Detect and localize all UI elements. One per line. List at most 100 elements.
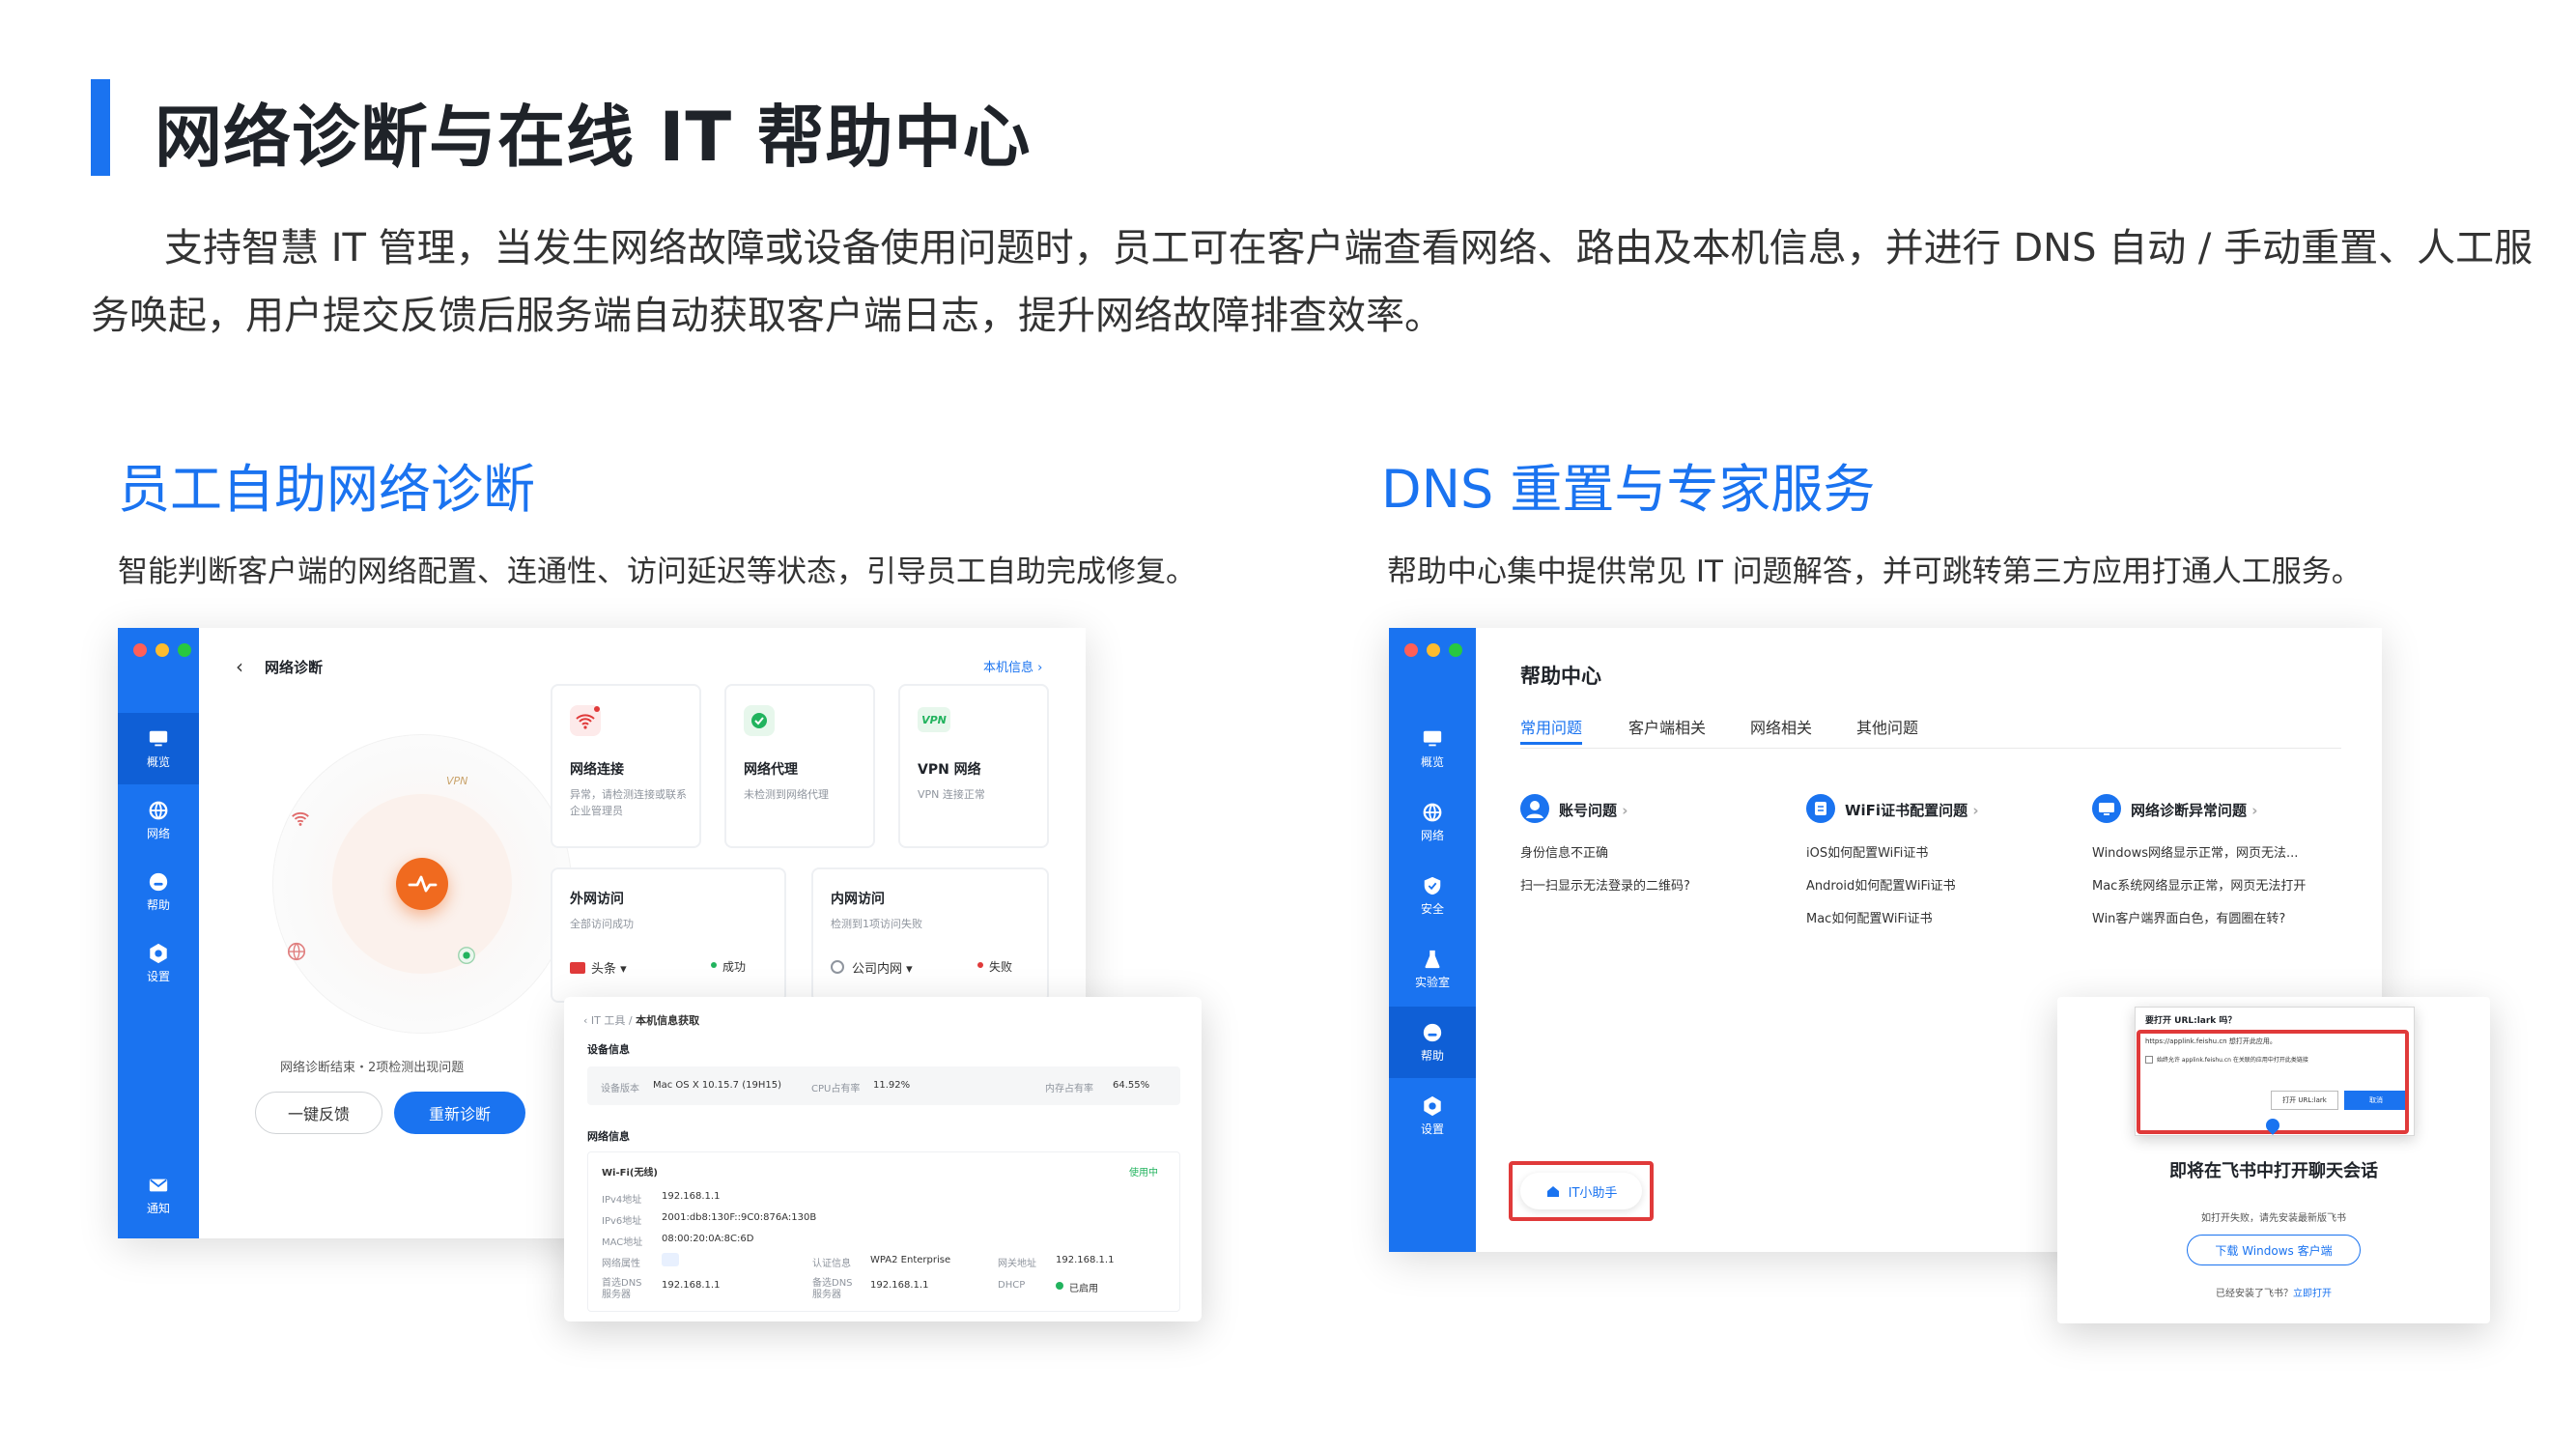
back-chevron-icon[interactable]: ‹ [583,1014,587,1027]
sidebar-item-settings[interactable]: 设置 [1389,1080,1476,1151]
it-assistant-button[interactable]: IT小助手 [1520,1173,1642,1209]
sidebar-item-label: 帮助 [1420,1048,1444,1063]
faq-item[interactable]: iOS如何配置WiFi证书 [1806,842,1928,861]
wifi-label: Wi-Fi(无线) [602,1168,659,1179]
faq-item[interactable]: Mac如何配置WiFi证书 [1806,908,1933,926]
sidebar-item-overview[interactable]: 概览 [1389,713,1476,784]
host-info-link-label: 本机信息 [983,661,1034,675]
sidebar-item-network[interactable]: 网络 [1389,786,1476,858]
sidebar-item-lab[interactable]: 实验室 [1389,933,1476,1005]
back-chevron-icon[interactable]: ‹ [236,655,243,678]
close-dot-icon[interactable] [1404,643,1418,657]
tab-other[interactable]: 其他问题 [1856,715,1918,738]
active-tab-indicator [1520,742,1582,745]
dialog-title: 要打开 URL:lark 吗？ [2145,1016,2237,1026]
tab-network[interactable]: 网络相关 [1750,715,1812,738]
mac-value: 08:00:20:0A:8C:6D [662,1234,754,1244]
wifi-status[interactable]: 使用中 [1129,1164,1158,1179]
feishu-redirect-panel: 要打开 URL:lark 吗？ https://applink.feishu.c… [2057,997,2490,1323]
faq-item[interactable]: Android如何配置WiFi证书 [1806,875,1956,894]
certificate-icon [1806,794,1835,823]
chevron-right-icon: › [2251,802,2258,819]
account-icon [1520,794,1549,823]
wifi-alert-icon [570,705,601,736]
feedback-button[interactable]: 一键反馈 [255,1092,382,1134]
card-desc: 未检测到网络代理 [744,788,829,801]
download-windows-button[interactable]: 下载 Windows 客户端 [2187,1235,2361,1265]
gear-icon [1424,1095,1441,1116]
internal-target-select[interactable]: 公司内网 ▾ [852,958,913,977]
card-title: VPN 网络 [918,762,981,778]
feishu-hint: 如打开失败，请先安装最新版飞书 [2201,1213,2346,1224]
chevron-right-icon: › [1972,802,1979,819]
card-vpn[interactable]: VPN VPN 网络 VPN 连接正常 [898,684,1049,848]
gear-icon [150,943,167,963]
flask-icon [1425,950,1440,968]
cpu-label: CPU占有率 [811,1084,861,1094]
card-external-access[interactable]: 外网访问 全部访问成功 头条 ▾ 成功 [551,867,786,1003]
dns2-value: 192.168.1.1 [870,1280,929,1291]
tab-common[interactable]: 常用问题 [1520,715,1582,738]
pulse-icon [396,858,448,910]
window-controls [1404,643,1462,657]
group-title-wifi-cert[interactable]: WiFi证书配置问题 › [1845,800,1979,820]
page-title: 网络诊断与在线 IT 帮助中心 [155,98,1032,177]
sidebar-item-settings[interactable]: 设置 [118,927,199,999]
shield-icon [1424,876,1441,895]
rediagnose-button[interactable]: 重新诊断 [394,1092,525,1134]
net-attr-icon [662,1253,679,1266]
group-title-account[interactable]: 账号问题 › [1559,800,1628,820]
minimize-dot-icon[interactable] [156,643,169,657]
card-title: 外网访问 [570,892,624,907]
host-info-panel: ‹ IT 工具 / 本机信息获取 设备信息 设备版本 Mac OS X 10.1… [564,997,1202,1321]
group-title-label: WiFi证书配置问题 [1845,802,1968,819]
gateway-value: 192.168.1.1 [1056,1255,1115,1265]
card-desc: 全部访问成功 [570,918,634,930]
window-controls [133,643,191,657]
sidebar-item-overview[interactable]: 概览 [118,713,199,784]
card-network-connection[interactable]: 网络连接 异常，请检测连接或联系企业管理员 [551,684,701,848]
maximize-dot-icon[interactable] [178,643,191,657]
breadcrumb-root[interactable]: IT 工具 [591,1014,625,1027]
open-now-link[interactable]: 立即打开 [2293,1289,2332,1299]
ipv6-label: IPv6地址 [602,1216,642,1227]
faq-item[interactable]: Mac系统网络显示正常，网页无法打开 [2092,875,2306,894]
dhcp-status-icon [1056,1282,1063,1290]
close-dot-icon[interactable] [133,643,147,657]
installed-prefix: 已经安装了飞书？ [2216,1289,2293,1299]
card-network-proxy[interactable]: 网络代理 未检测到网络代理 [724,684,875,848]
sidebar-item-notifications[interactable]: 通知 [118,1159,199,1231]
it-assistant-label: IT小助手 [1568,1185,1618,1201]
feishu-headline: 即将在飞书中打开聊天会话 [2169,1161,2378,1181]
sidebar-item-help[interactable]: 帮助 [118,856,199,927]
breadcrumb: ‹ IT 工具 / 本机信息获取 [583,1014,700,1027]
faq-item[interactable]: 扫一扫显示无法登录的二维码? [1520,875,1690,894]
faq-item[interactable]: Win客户端界面白色，有圆圈在转? [2092,908,2285,926]
minimize-dot-icon[interactable] [1427,643,1440,657]
sidebar-item-help[interactable]: 帮助 [1389,1007,1476,1078]
cpu-value: 11.92% [873,1080,911,1091]
faq-item[interactable]: 身份信息不正确 [1520,842,1608,861]
globe-icon [1423,803,1442,821]
sidebar-item-network[interactable]: 网络 [118,784,199,856]
intro-paragraph: 支持智慧 IT 管理，当发生网络故障或设备使用问题时，员工可在客户端查看网络、路… [91,226,2534,338]
sidebar-item-security[interactable]: 安全 [1389,860,1476,931]
internal-result: 失败 [989,960,1013,974]
dns1-value: 192.168.1.1 [662,1280,721,1291]
card-desc: 检测到1项访问失败 [831,918,922,930]
host-info-link[interactable]: 本机信息 › [983,657,1042,675]
wifi-orbit-icon [290,808,311,834]
group-title-network-error[interactable]: 网络诊断异常问题 › [2131,800,2257,820]
mail-icon [149,1179,168,1191]
group-title-label: 账号问题 [1559,802,1618,819]
group-title-label: 网络诊断异常问题 [2131,802,2248,819]
card-internal-access[interactable]: 内网访问 检测到1项访问失败 公司内网 ▾ 失败 [811,867,1049,1003]
monitor-icon [149,730,168,746]
faq-item[interactable]: Windows网络显示正常，网页无法... [2092,842,2298,861]
maximize-dot-icon[interactable] [1449,643,1462,657]
help-center-title: 帮助中心 [1520,665,1601,688]
card-desc: VPN 连接正常 [918,788,985,801]
sidebar: 概览 网络 安全 实验室 帮助 设置 [1389,628,1476,1252]
external-target-select[interactable]: 头条 ▾ [591,958,627,977]
tab-client[interactable]: 客户端相关 [1628,715,1706,738]
